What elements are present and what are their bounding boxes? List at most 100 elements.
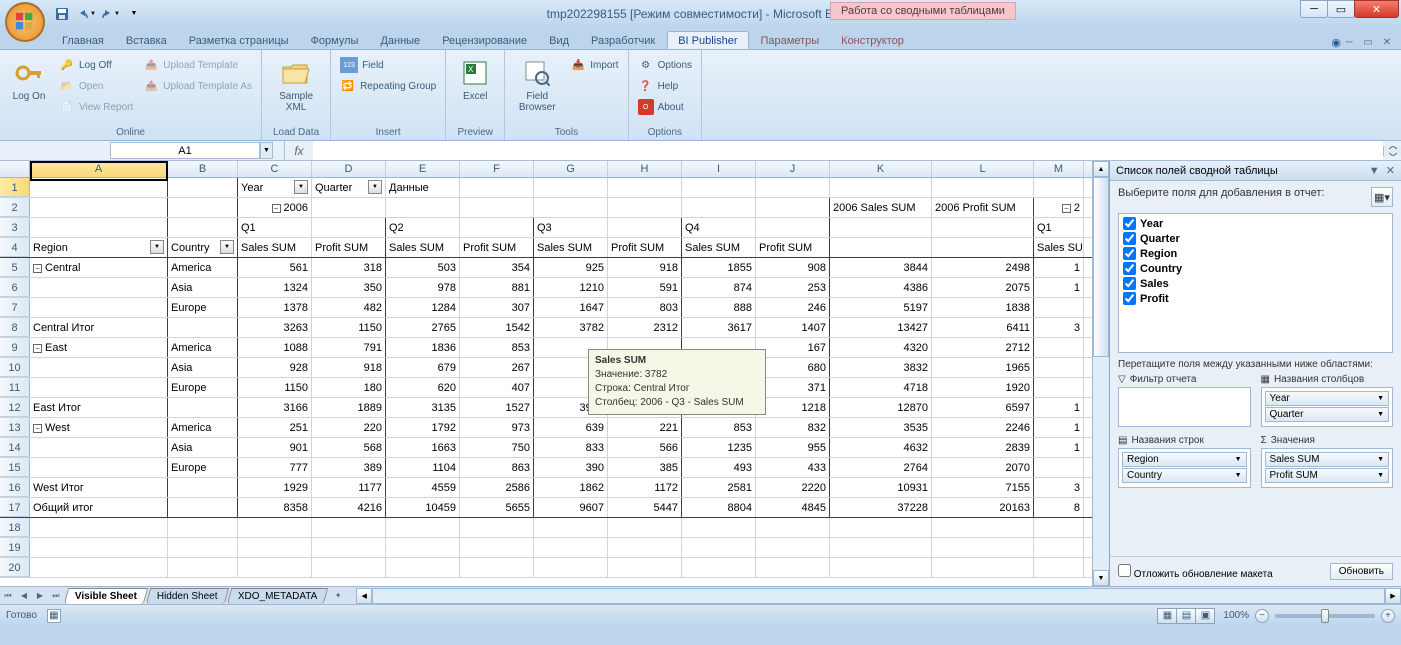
collapse-button[interactable]: − [33,264,42,273]
mdi-close[interactable]: ✕ [1379,35,1395,49]
cell[interactable]: 639 [534,418,608,437]
row-header[interactable]: 5 [0,258,30,277]
field-list[interactable]: YearQuarterRegionCountrySalesProfit [1118,213,1393,353]
collapse-button[interactable]: − [33,344,42,353]
tab-review[interactable]: Рецензирование [432,32,537,49]
cell[interactable]: America [168,258,238,277]
cell[interactable]: 354 [460,258,534,277]
cell[interactable]: 3 [1034,478,1084,497]
cell[interactable]: 389 [312,458,386,477]
defer-layout-checkbox[interactable]: Отложить обновление макета [1118,564,1273,580]
cell[interactable]: 591 [608,278,682,297]
cell[interactable]: 371 [756,378,830,397]
cell[interactable]: 493 [682,458,756,477]
options-button[interactable]: ⚙Options [635,55,695,75]
cell[interactable] [1034,458,1084,477]
row-header[interactable]: 13 [0,418,30,437]
cell[interactable] [168,198,238,217]
zoom-slider[interactable] [1275,614,1375,618]
cell[interactable]: 925 [534,258,608,277]
cell[interactable]: 2070 [932,458,1034,477]
cell[interactable]: Country▼ [168,238,238,257]
cell[interactable]: 1663 [386,438,460,457]
filter-dropdown[interactable]: ▼ [294,180,308,194]
cell[interactable] [1034,338,1084,357]
cell[interactable]: 3135 [386,398,460,417]
cell[interactable]: −2006 [238,198,312,217]
cell[interactable]: 679 [386,358,460,377]
help-button[interactable]: ◉ [1331,36,1341,49]
undo-button[interactable]: ▼ [76,4,96,24]
cell[interactable]: 2006 Sales SUM [830,198,932,217]
select-all-corner[interactable] [0,161,30,177]
cell[interactable]: 1 [1034,418,1084,437]
cell[interactable]: 777 [238,458,312,477]
cell[interactable]: −East [30,338,168,357]
cell[interactable] [312,218,386,237]
cell[interactable]: Sales SU [1034,238,1084,257]
name-box-dropdown[interactable]: ▼ [260,142,273,159]
cell[interactable] [830,178,932,197]
cell[interactable]: 901 [238,438,312,457]
cell[interactable]: 1150 [312,318,386,337]
scroll-thumb[interactable] [1093,177,1109,357]
cell[interactable]: 1838 [932,298,1034,317]
cell[interactable]: Europe [168,298,238,317]
cell[interactable]: 566 [608,438,682,457]
formula-input[interactable] [313,141,1383,160]
tab-nav-prev[interactable]: ◀ [16,588,32,604]
macro-record-icon[interactable]: ▦ [47,609,61,623]
cell[interactable]: Region▼ [30,238,168,257]
cell[interactable]: 1 [1034,438,1084,457]
cell[interactable]: 874 [682,278,756,297]
cell[interactable]: 1 [1034,278,1084,297]
repeating-group-button[interactable]: 🔁Repeating Group [337,76,439,96]
tab-options[interactable]: Параметры [751,32,830,49]
cell[interactable]: 1647 [534,298,608,317]
cell[interactable]: America [168,338,238,357]
cell[interactable]: 1104 [386,458,460,477]
cell[interactable] [1034,178,1084,197]
field-list-close[interactable]: ✕ [1386,165,1395,177]
field-item[interactable]: Region [1121,246,1390,261]
row-header[interactable]: 16 [0,478,30,497]
redo-button[interactable]: ▼ [100,4,120,24]
cell[interactable]: Central Итог [30,318,168,337]
cell[interactable]: 561 [238,258,312,277]
cell[interactable]: America [168,418,238,437]
col-header[interactable]: M [1034,161,1084,177]
field-checkbox[interactable] [1123,217,1136,230]
sheet-tab-visible[interactable]: Visible Sheet [64,588,148,604]
field-item[interactable]: Country [1121,261,1390,276]
name-box[interactable] [110,142,260,159]
tab-insert[interactable]: Вставка [116,32,177,49]
tab-formulas[interactable]: Формулы [301,32,369,49]
cell[interactable]: 482 [312,298,386,317]
col-header[interactable]: G [534,161,608,177]
cell[interactable]: Sales SUM [682,238,756,257]
cell[interactable]: 1889 [312,398,386,417]
cell[interactable] [830,218,932,237]
cell[interactable]: 928 [238,358,312,377]
cell[interactable]: Profit SUM [756,238,830,257]
row-header[interactable]: 10 [0,358,30,377]
cell[interactable]: 1218 [756,398,830,417]
mdi-restore[interactable]: ▭ [1360,35,1376,49]
cell[interactable] [534,198,608,217]
zoom-in-button[interactable]: + [1381,609,1395,623]
sheet-tab-xdo[interactable]: XDO_METADATA [227,588,329,604]
col-header[interactable]: I [682,161,756,177]
open-button[interactable]: 📂Open [56,76,136,96]
field-checkbox[interactable] [1123,292,1136,305]
cell[interactable] [312,198,386,217]
cell[interactable]: 973 [460,418,534,437]
cell[interactable]: 221 [608,418,682,437]
cell[interactable]: 318 [312,258,386,277]
insert-sheet-button[interactable]: ✦ [330,588,346,604]
cell[interactable]: 1920 [932,378,1034,397]
cell[interactable]: 1527 [460,398,534,417]
zoom-thumb[interactable] [1321,609,1329,623]
cell[interactable]: 853 [682,418,756,437]
filter-dropdown[interactable]: ▼ [150,240,164,254]
field-item[interactable]: Year [1121,216,1390,231]
